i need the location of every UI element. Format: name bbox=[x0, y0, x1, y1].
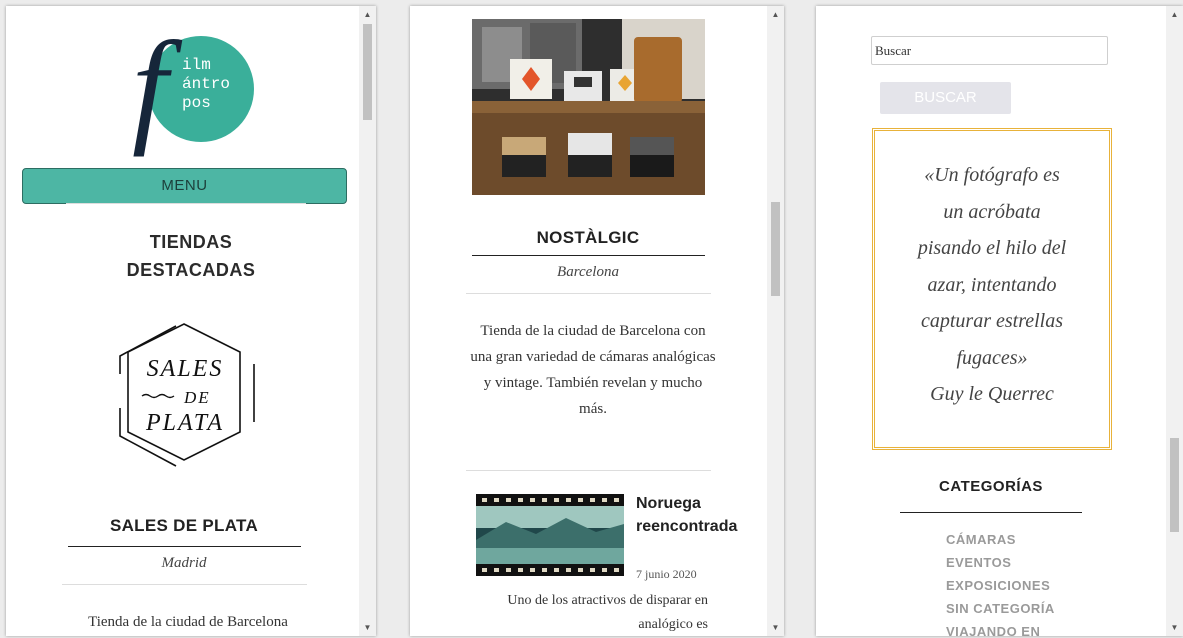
shop-photo-image bbox=[472, 19, 705, 195]
middle-panel: NOSTÀLGIC Barcelona Tienda de la ciudad … bbox=[410, 6, 784, 636]
scroll-down-icon[interactable]: ▼ bbox=[359, 619, 376, 636]
shop-logo-word: PLATA bbox=[145, 410, 224, 436]
quote-line: azar, intentando bbox=[927, 273, 1057, 296]
post-thumbnail-image bbox=[476, 494, 624, 576]
logo-letter: f bbox=[132, 15, 168, 157]
section-heading: TIENDAS DESTACADAS bbox=[46, 228, 336, 284]
logo-text: ilm ántro pos bbox=[182, 56, 252, 113]
categories-heading: CATEGORÍAS bbox=[939, 478, 1043, 495]
site-logo[interactable]: f ilm ántro pos bbox=[126, 22, 266, 162]
scrollbar[interactable]: ▲ ▼ bbox=[1166, 6, 1183, 636]
scrollbar[interactable]: ▲ ▼ bbox=[767, 6, 784, 636]
logo-text-line: pos bbox=[182, 94, 211, 112]
quote-author: Guy le Querrec bbox=[930, 383, 1054, 405]
section-heading-line: TIENDAS bbox=[149, 232, 233, 252]
shop-description: Tienda de la ciudad de Barcelona bbox=[88, 614, 288, 630]
shop-logo[interactable]: SALES DE PLATA bbox=[118, 312, 268, 472]
shop-city: Madrid bbox=[161, 555, 207, 571]
scroll-thumb[interactable] bbox=[771, 202, 780, 296]
quote-line: pisando el hilo del bbox=[917, 237, 1067, 259]
category-link[interactable]: EVENTOS bbox=[946, 551, 1055, 574]
quote-line: capturar estrellas bbox=[920, 310, 1064, 332]
scroll-down-icon[interactable]: ▼ bbox=[767, 619, 784, 636]
divider bbox=[62, 584, 307, 585]
shop-city: Barcelona bbox=[557, 264, 619, 280]
quote-line: fugaces» bbox=[956, 346, 1028, 369]
logo-text-line: ántro bbox=[182, 75, 231, 93]
post-date: 7 junio 2020 bbox=[636, 567, 697, 581]
shop-logo-word: DE bbox=[184, 388, 211, 407]
title-underline bbox=[472, 255, 705, 256]
quote-box: «Un fotógrafo es un acróbata pisando el … bbox=[872, 128, 1112, 450]
shop-logo-word: SALES bbox=[146, 356, 224, 382]
post-excerpt: Uno de los atractivos de disparar en ana… bbox=[507, 593, 708, 632]
quote-text: «Un fotógrafo es un acróbata pisando el … bbox=[885, 157, 1099, 413]
quote-line: «Un fotógrafo es bbox=[924, 164, 1060, 186]
quote-line: un acróbata bbox=[943, 200, 1041, 223]
title-underline bbox=[900, 512, 1082, 513]
divider bbox=[466, 470, 711, 471]
category-link[interactable]: VIAJANDO EN bbox=[946, 620, 1055, 636]
left-panel: f ilm ántro pos MENU TIENDAS DESTACADAS … bbox=[6, 6, 376, 636]
category-link[interactable]: CÁMARAS bbox=[946, 528, 1055, 551]
search-input[interactable] bbox=[871, 36, 1108, 65]
category-link[interactable]: EXPOSICIONES bbox=[946, 574, 1055, 597]
shop-title[interactable]: NOSTÀLGIC bbox=[472, 228, 704, 248]
scroll-up-icon[interactable]: ▲ bbox=[767, 6, 784, 23]
shop-title[interactable]: SALES DE PLATA bbox=[68, 516, 300, 536]
category-list: CÁMARAS EVENTOS EXPOSICIONES SIN CATEGOR… bbox=[946, 528, 1055, 636]
title-underline bbox=[68, 546, 301, 547]
section-heading-line: DESTACADAS bbox=[126, 260, 256, 280]
post-thumbnail[interactable] bbox=[476, 494, 624, 576]
shop-description: Tienda de la ciudad de Barcelona con una… bbox=[470, 323, 716, 417]
scroll-thumb[interactable] bbox=[363, 24, 372, 120]
menu-button[interactable]: MENU bbox=[22, 168, 347, 204]
shop-photo[interactable] bbox=[472, 19, 705, 195]
divider bbox=[466, 293, 711, 294]
category-link[interactable]: SIN CATEGORÍA bbox=[946, 597, 1055, 620]
search-button[interactable]: BUSCAR bbox=[880, 82, 1011, 114]
scroll-thumb[interactable] bbox=[1170, 438, 1179, 532]
post-title[interactable]: Noruega reencontrada bbox=[636, 492, 737, 538]
scroll-down-icon[interactable]: ▼ bbox=[1166, 619, 1183, 636]
scroll-up-icon[interactable]: ▲ bbox=[1166, 6, 1183, 23]
scroll-up-icon[interactable]: ▲ bbox=[359, 6, 376, 23]
right-panel: BUSCAR «Un fotógrafo es un acróbata pisa… bbox=[816, 6, 1183, 636]
logo-text-line: ilm bbox=[182, 56, 211, 74]
divider bbox=[66, 203, 306, 204]
scrollbar[interactable]: ▲ ▼ bbox=[359, 6, 376, 636]
